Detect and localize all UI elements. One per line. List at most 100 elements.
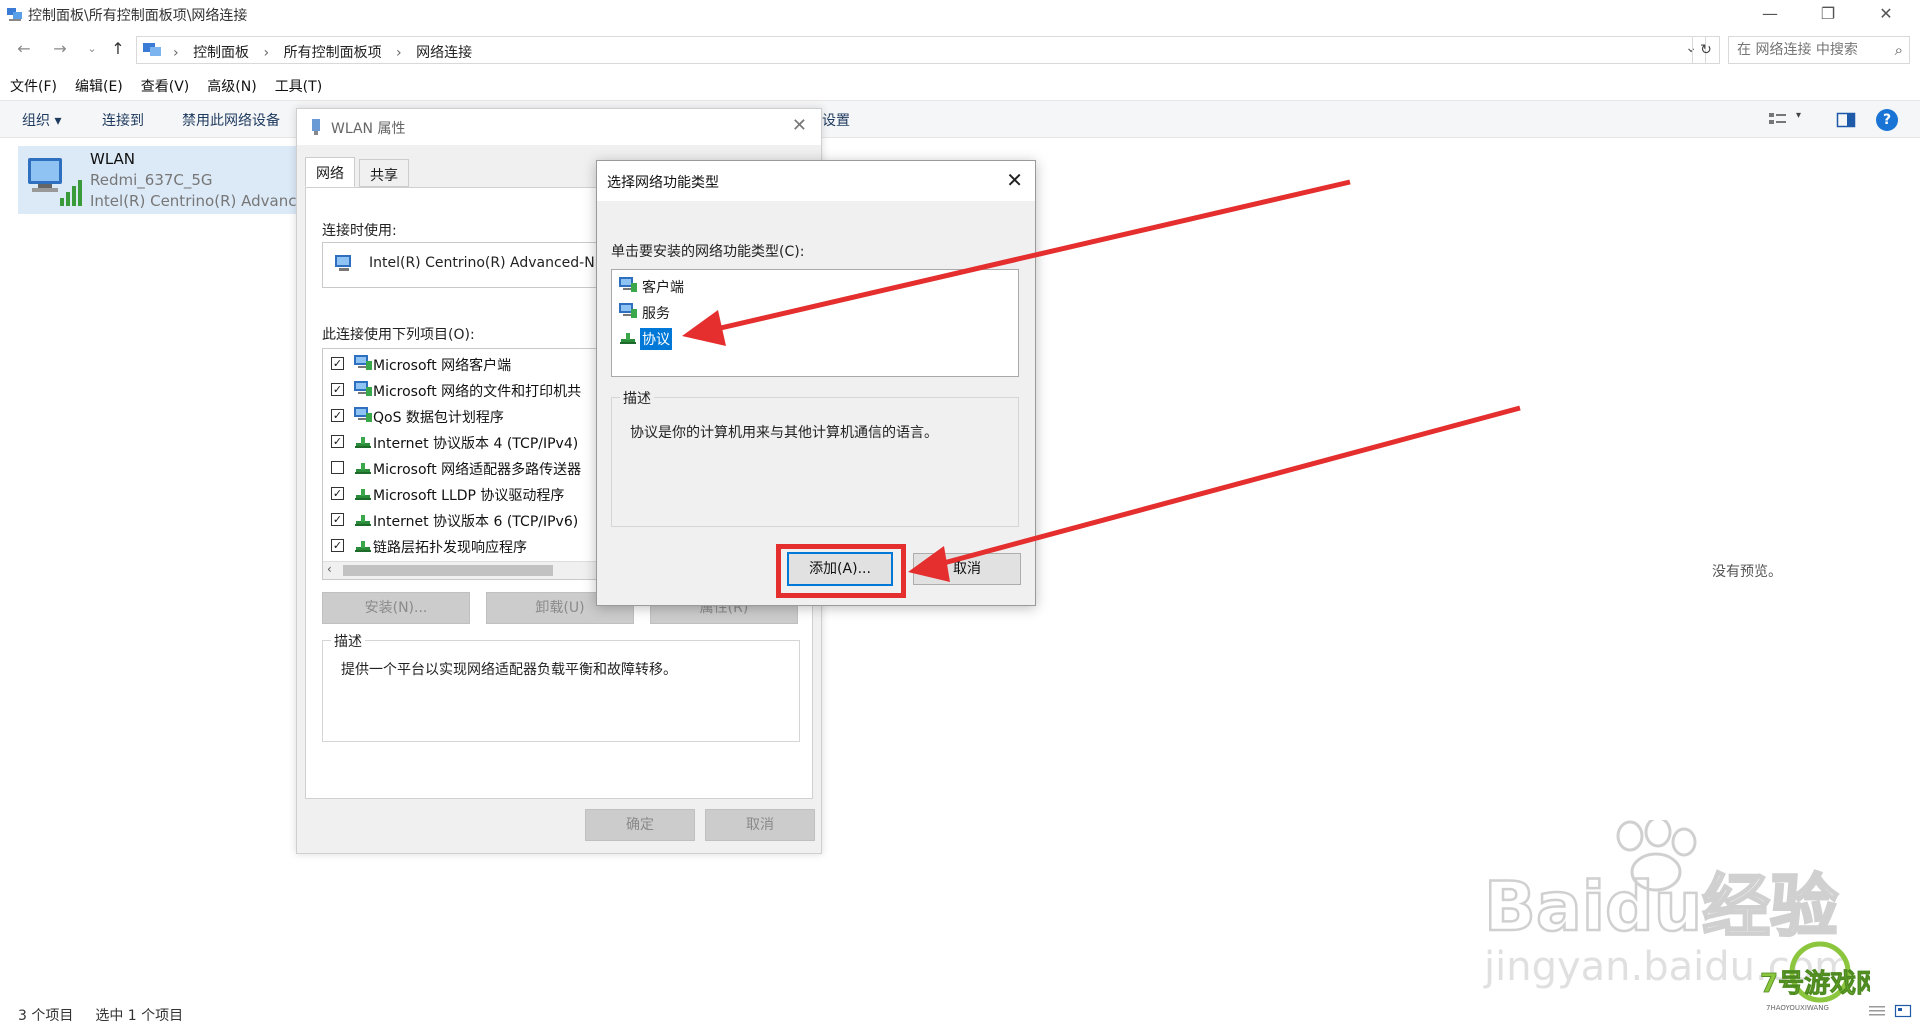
organize-button[interactable]: 组织 ▾ — [22, 110, 61, 130]
feature-type-label: 协议 — [640, 328, 672, 350]
close-icon[interactable]: ✕ — [792, 115, 807, 136]
refresh-icon[interactable]: ↻ — [1692, 36, 1720, 64]
checked-checkbox[interactable]: ✓ — [331, 539, 344, 552]
component-label: Microsoft LLDP 协议驱动程序 — [373, 488, 565, 504]
protocol-icon — [353, 458, 373, 476]
protocol-icon — [353, 536, 373, 554]
scroll-left-icon[interactable]: ‹ — [327, 562, 332, 576]
search-box[interactable]: ⌕ — [1728, 36, 1910, 64]
details-view-icon[interactable] — [1868, 1004, 1886, 1018]
tab-sharing[interactable]: 共享 — [359, 159, 409, 187]
description-group: 描述 提供一个平台以实现网络适配器负载平衡和故障转移。 — [322, 631, 800, 742]
menu-edit[interactable]: 编辑(E) — [65, 74, 131, 98]
selected-count: 选中 1 个项目 — [95, 1008, 184, 1024]
back-arrow-icon[interactable]: ← — [12, 38, 36, 62]
tab-network[interactable]: 网络 — [305, 157, 355, 187]
up-arrow-icon[interactable]: ↑ — [106, 38, 130, 62]
help-icon[interactable]: ? — [1876, 109, 1898, 131]
connection-name: WLAN — [90, 150, 136, 168]
highlight-box — [776, 544, 906, 598]
wlan-connection-item[interactable]: WLAN Redmi_637C_5G Intel(R) Centrino(R) … — [18, 146, 306, 214]
items-label: 此连接使用下列项目(O): — [322, 327, 475, 343]
large-icons-view-icon[interactable] — [1894, 1004, 1912, 1018]
menu-file[interactable]: 文件(F) — [0, 74, 65, 98]
ok-button[interactable]: 确定 — [585, 809, 695, 841]
close-window-button[interactable]: ✕ — [1858, 0, 1914, 30]
client-icon — [618, 276, 638, 294]
watermark-url: jingyan.baidu.com — [1483, 944, 1853, 990]
breadcrumb-separator-icon: › — [396, 45, 402, 61]
address-bar[interactable]: › 控制面板 › 所有控制面板项 › 网络连接 ⌄ — [136, 36, 1706, 64]
feature-dialog-title-bar: 选择网络功能类型 ✕ — [597, 161, 1035, 201]
minimize-button[interactable]: — — [1742, 0, 1798, 30]
checked-checkbox[interactable]: ✓ — [331, 383, 344, 396]
title-bar: 控制面板\所有控制面板项\网络连接 — ❐ ✕ — [0, 0, 1920, 30]
recent-locations-chevron-icon[interactable]: ⌄ — [80, 38, 104, 62]
cancel-button[interactable]: 取消 — [705, 809, 815, 841]
network-service-icon — [353, 380, 373, 398]
description-text: 提供一个平台以实现网络适配器负载平衡和故障转移。 — [341, 662, 677, 678]
breadcrumb-separator-icon: › — [173, 45, 179, 61]
feature-type-label: 服务 — [642, 306, 670, 322]
unchecked-checkbox[interactable] — [331, 461, 344, 474]
search-input[interactable] — [1737, 38, 1885, 62]
forward-arrow-icon[interactable]: → — [48, 38, 72, 62]
view-options-chevron-icon[interactable]: ▾ — [1796, 110, 1801, 121]
component-label: 链路层拓扑发现响应程序 — [373, 540, 527, 556]
checked-checkbox[interactable]: ✓ — [331, 435, 344, 448]
menu-advanced[interactable]: 高级(N) — [197, 74, 264, 98]
protocol-icon — [353, 510, 373, 528]
feature-type-list[interactable]: 客户端 服务 协议 — [611, 269, 1019, 377]
checked-checkbox[interactable]: ✓ — [331, 409, 344, 422]
search-icon[interactable]: ⌕ — [1895, 41, 1903, 59]
feature-type-label: 客户端 — [642, 280, 684, 296]
service-icon — [618, 302, 638, 320]
install-button[interactable]: 安装(N)... — [322, 592, 470, 624]
connection-adapter: Intel(R) Centrino(R) Advance — [90, 192, 306, 210]
watermark-7hao-logo: 7号游戏网 — [1760, 969, 1870, 999]
protocol-icon — [353, 484, 373, 502]
settings-button[interactable]: 设置 — [822, 110, 850, 130]
network-adapter-icon — [335, 255, 351, 271]
feature-cancel-button[interactable]: 取消 — [913, 553, 1021, 585]
connection-ssid: Redmi_637C_5G — [90, 171, 213, 189]
breadcrumb-all-items[interactable]: 所有控制面板项 — [284, 45, 382, 61]
feature-description-label: 描述 — [620, 388, 654, 408]
change-view-icon[interactable] — [1768, 111, 1788, 129]
adapter-name: Intel(R) Centrino(R) Advanced-N — [369, 255, 595, 271]
component-label: Microsoft 网络适配器多路传送器 — [373, 462, 582, 478]
protocol-icon — [353, 432, 373, 450]
network-client-icon — [353, 354, 373, 372]
protocol-icon — [618, 328, 638, 346]
connect-using-label: 连接时使用: — [322, 223, 397, 239]
feature-description-group: 描述 协议是你的计算机用来与其他计算机通信的语言。 — [611, 388, 1019, 527]
adapter-icon — [312, 119, 320, 135]
item-count: 3 个项目 — [18, 1008, 74, 1024]
breadcrumb-separator-icon: › — [263, 45, 270, 61]
feature-description-text: 协议是你的计算机用来与其他计算机通信的语言。 — [630, 425, 938, 441]
checked-checkbox[interactable]: ✓ — [331, 513, 344, 526]
menu-bar: 文件(F) 编辑(E) 查看(V) 高级(N) 工具(T) — [0, 74, 330, 98]
command-bar: 组织 ▾ 连接到 禁用此网络设备 设置 ▾ ? — [0, 100, 1920, 138]
network-connections-app-icon — [7, 8, 22, 21]
menu-tools[interactable]: 工具(T) — [265, 74, 330, 98]
checked-checkbox[interactable]: ✓ — [331, 487, 344, 500]
breadcrumb: › 控制面板 › 所有控制面板项 › 网络连接 — [173, 42, 482, 62]
control-panel-icon — [143, 43, 161, 56]
dialog-title: WLAN 属性 — [331, 121, 406, 137]
restore-button[interactable]: ❐ — [1800, 0, 1856, 30]
wireless-network-adapter-icon — [28, 158, 82, 206]
scrollbar-thumb[interactable] — [343, 565, 553, 576]
checked-checkbox[interactable]: ✓ — [331, 357, 344, 370]
disable-device-button[interactable]: 禁用此网络设备 — [182, 110, 280, 130]
close-icon[interactable]: ✕ — [1006, 168, 1023, 192]
breadcrumb-network-connections[interactable]: 网络连接 — [416, 45, 472, 61]
connect-to-button[interactable]: 连接到 — [102, 110, 144, 130]
feature-dialog-title: 选择网络功能类型 — [607, 175, 719, 191]
watermark-7hao-sub: 7HAOYOUXIWANG — [1766, 1004, 1829, 1012]
dialog-title-bar: WLAN 属性 ✕ — [297, 109, 821, 145]
breadcrumb-control-panel[interactable]: 控制面板 — [193, 45, 249, 61]
preview-pane-icon[interactable] — [1836, 111, 1856, 129]
menu-view[interactable]: 查看(V) — [131, 74, 198, 98]
window-title: 控制面板\所有控制面板项\网络连接 — [28, 8, 248, 24]
